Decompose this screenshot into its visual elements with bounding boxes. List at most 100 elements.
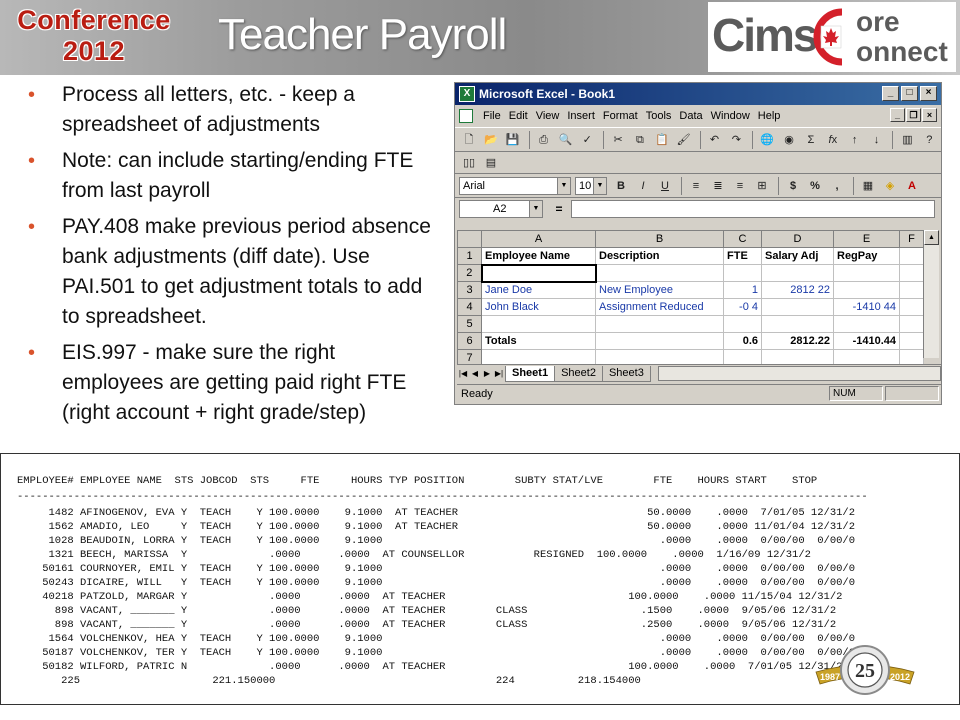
cell[interactable] xyxy=(481,315,596,333)
cell[interactable]: Salary Adj xyxy=(761,247,834,265)
formula-input[interactable] xyxy=(571,200,935,218)
comma-icon[interactable]: , xyxy=(827,177,847,195)
align-left-icon[interactable]: ≡ xyxy=(686,177,706,195)
align-right-icon[interactable]: ≡ xyxy=(730,177,750,195)
sort-descending-icon[interactable]: ↓ xyxy=(867,131,887,149)
menu-window[interactable]: Window xyxy=(707,110,754,122)
cell[interactable] xyxy=(761,264,834,282)
open-icon[interactable]: 📂 xyxy=(481,131,501,149)
cell[interactable] xyxy=(761,298,834,316)
cell[interactable] xyxy=(833,281,900,299)
column-header[interactable]: C xyxy=(723,230,762,248)
cell[interactable] xyxy=(833,315,900,333)
sort-ascending-icon[interactable]: ↑ xyxy=(845,131,865,149)
cell[interactable] xyxy=(595,264,724,282)
corner-select-all[interactable] xyxy=(457,230,482,248)
sheet-tab[interactable]: Sheet3 xyxy=(601,365,651,382)
row-header[interactable]: 6 xyxy=(457,332,482,350)
sheet-tab[interactable]: Sheet2 xyxy=(554,365,603,382)
row-header[interactable]: 4 xyxy=(457,298,482,316)
vertical-scrollbar[interactable]: ▲ xyxy=(923,230,939,358)
merge-center-icon[interactable]: ⊞ xyxy=(752,177,772,195)
cell[interactable] xyxy=(761,315,834,333)
maximize-button[interactable]: □ xyxy=(901,86,918,101)
cell[interactable]: Employee Name xyxy=(481,247,596,265)
cell[interactable]: New Employee xyxy=(595,281,724,299)
cell[interactable]: -1410 44 xyxy=(833,298,900,316)
cell[interactable] xyxy=(899,247,924,265)
cut-icon[interactable]: ✂ xyxy=(608,131,628,149)
cell[interactable]: 0.6 xyxy=(723,332,762,350)
cell[interactable]: Jane Doe xyxy=(481,281,596,299)
save-icon[interactable]: 💾 xyxy=(503,131,523,149)
percent-icon[interactable]: % xyxy=(805,177,825,195)
currency-icon[interactable]: $ xyxy=(783,177,803,195)
italic-icon[interactable]: I xyxy=(633,177,653,195)
cell[interactable] xyxy=(595,332,724,350)
menu-edit[interactable]: Edit xyxy=(505,110,532,122)
fill-color-icon[interactable]: ◈ xyxy=(880,177,900,195)
next-sheet-icon[interactable]: ▶ xyxy=(481,367,493,381)
cell[interactable] xyxy=(899,298,924,316)
prev-sheet-icon[interactable]: ◀ xyxy=(469,367,481,381)
column-header[interactable]: D xyxy=(761,230,834,248)
column-header[interactable]: B xyxy=(595,230,724,248)
cell[interactable]: 2812 22 xyxy=(761,281,834,299)
cell[interactable]: John Black xyxy=(481,298,596,316)
font-size-select[interactable]: 10 ▼ xyxy=(575,176,607,195)
cell[interactable]: FTE xyxy=(723,247,762,265)
cell[interactable]: Assignment Reduced xyxy=(595,298,724,316)
workbook-icon[interactable] xyxy=(459,109,473,123)
cell[interactable] xyxy=(595,315,724,333)
cell[interactable]: Description xyxy=(595,247,724,265)
cell[interactable] xyxy=(899,315,924,333)
doc-restore-button[interactable]: ❐ xyxy=(906,108,921,122)
row-header[interactable]: 5 xyxy=(457,315,482,333)
print-preview-icon[interactable]: 🔍 xyxy=(555,131,575,149)
menu-insert[interactable]: Insert xyxy=(563,110,599,122)
row-header[interactable]: 2 xyxy=(457,264,482,282)
align-center-icon[interactable]: ≣ xyxy=(708,177,728,195)
cell[interactable] xyxy=(723,264,762,282)
office-assistant-icon[interactable]: ? xyxy=(919,131,939,149)
name-box[interactable]: A2 ▼ xyxy=(459,200,543,218)
column-header[interactable]: A xyxy=(481,230,596,248)
menu-tools[interactable]: Tools xyxy=(642,110,676,122)
first-sheet-icon[interactable]: |◀ xyxy=(457,367,469,381)
column-header[interactable]: F xyxy=(899,230,924,248)
horizontal-scrollbar[interactable] xyxy=(657,366,941,381)
last-sheet-icon[interactable]: ▶| xyxy=(493,367,505,381)
cell[interactable] xyxy=(899,264,924,282)
menu-help[interactable]: Help xyxy=(754,110,785,122)
function-icon[interactable]: fx xyxy=(823,131,843,149)
cell[interactable] xyxy=(899,281,924,299)
print-icon[interactable]: ⎙ xyxy=(534,131,554,149)
cell[interactable]: RegPay xyxy=(833,247,900,265)
row-header[interactable]: 1 xyxy=(457,247,482,265)
font-name-select[interactable]: Arial ▼ xyxy=(459,176,571,195)
borders-icon[interactable]: ▦ xyxy=(858,177,878,195)
close-button[interactable]: × xyxy=(920,86,937,101)
font-color-icon[interactable]: A xyxy=(902,177,922,195)
cell[interactable] xyxy=(833,264,900,282)
cell[interactable]: 2812.22 xyxy=(761,332,834,350)
underline-icon[interactable]: U xyxy=(655,177,675,195)
spelling-icon[interactable]: ✓ xyxy=(577,131,597,149)
scroll-up-icon[interactable]: ▲ xyxy=(924,230,939,245)
redo-icon[interactable]: ↷ xyxy=(726,131,746,149)
cell[interactable] xyxy=(723,315,762,333)
menu-file[interactable]: File xyxy=(479,110,505,122)
menu-view[interactable]: View xyxy=(532,110,564,122)
hyperlink-icon[interactable]: 🌐 xyxy=(757,131,777,149)
paste-icon[interactable]: 📋 xyxy=(652,131,672,149)
copy-icon[interactable]: ⧉ xyxy=(630,131,650,149)
layout-icon[interactable]: ▯▯ xyxy=(459,154,479,172)
menu-data[interactable]: Data xyxy=(675,110,706,122)
sheet-tab[interactable]: Sheet1 xyxy=(505,365,556,382)
cell[interactable] xyxy=(899,332,924,350)
cell[interactable]: -1410.44 xyxy=(833,332,900,350)
format-painter-icon[interactable]: 🖌 xyxy=(674,131,694,149)
layout-alt-icon[interactable]: ▤ xyxy=(481,154,501,172)
web-toolbar-icon[interactable]: ◉ xyxy=(779,131,799,149)
new-icon[interactable]: 🗋 xyxy=(459,131,479,149)
